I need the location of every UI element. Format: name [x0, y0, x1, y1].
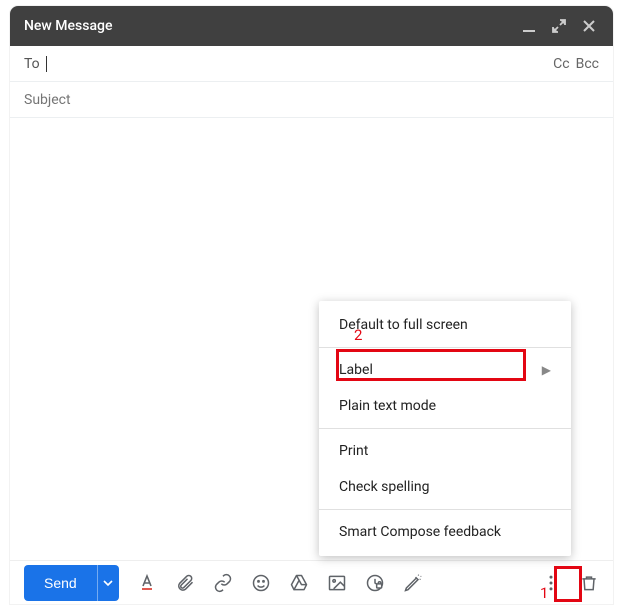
annotation-number-2: 2 [354, 326, 362, 344]
text-cursor [46, 56, 47, 72]
discard-icon[interactable] [579, 573, 599, 593]
menu-print[interactable]: Print [319, 433, 571, 469]
minimize-icon[interactable] [519, 16, 539, 36]
send-more-button[interactable] [97, 565, 119, 601]
to-label: To [24, 56, 40, 72]
bcc-button[interactable]: Bcc [576, 56, 599, 72]
menu-label[interactable]: Label ▶ [319, 352, 571, 388]
toolbar: Send [10, 560, 613, 604]
attach-icon[interactable] [175, 573, 195, 593]
titlebar: New Message [10, 6, 613, 46]
annotation-number-1: 1 [540, 584, 548, 602]
menu-divider [319, 509, 571, 510]
menu-item-label: Check spelling [339, 479, 429, 495]
emoji-icon[interactable] [251, 573, 271, 593]
link-icon[interactable] [213, 573, 233, 593]
menu-item-label: Label [339, 362, 373, 378]
cc-button[interactable]: Cc [553, 56, 569, 72]
pen-icon[interactable] [403, 573, 423, 593]
window-title: New Message [24, 18, 112, 34]
chevron-right-icon: ▶ [542, 363, 551, 377]
subject-row[interactable] [10, 82, 613, 118]
compose-window: New Message To Cc Bcc Send [10, 6, 613, 604]
send-button-group: Send [24, 565, 119, 601]
fullscreen-icon[interactable] [549, 16, 569, 36]
menu-smart-compose[interactable]: Smart Compose feedback [319, 514, 571, 550]
send-button[interactable]: Send [24, 565, 97, 601]
close-icon[interactable] [579, 16, 599, 36]
menu-plain-text[interactable]: Plain text mode [319, 388, 571, 424]
menu-divider [319, 347, 571, 348]
to-row[interactable]: To Cc Bcc [10, 46, 613, 82]
menu-check-spelling[interactable]: Check spelling [319, 469, 571, 505]
confidential-icon[interactable] [365, 573, 385, 593]
drive-icon[interactable] [289, 573, 309, 593]
menu-item-label: Plain text mode [339, 398, 436, 414]
formatting-icon[interactable] [137, 573, 157, 593]
menu-divider [319, 428, 571, 429]
subject-input[interactable] [24, 92, 599, 108]
menu-item-label: Smart Compose feedback [339, 524, 501, 540]
menu-item-label: Print [339, 443, 368, 459]
image-icon[interactable] [327, 573, 347, 593]
